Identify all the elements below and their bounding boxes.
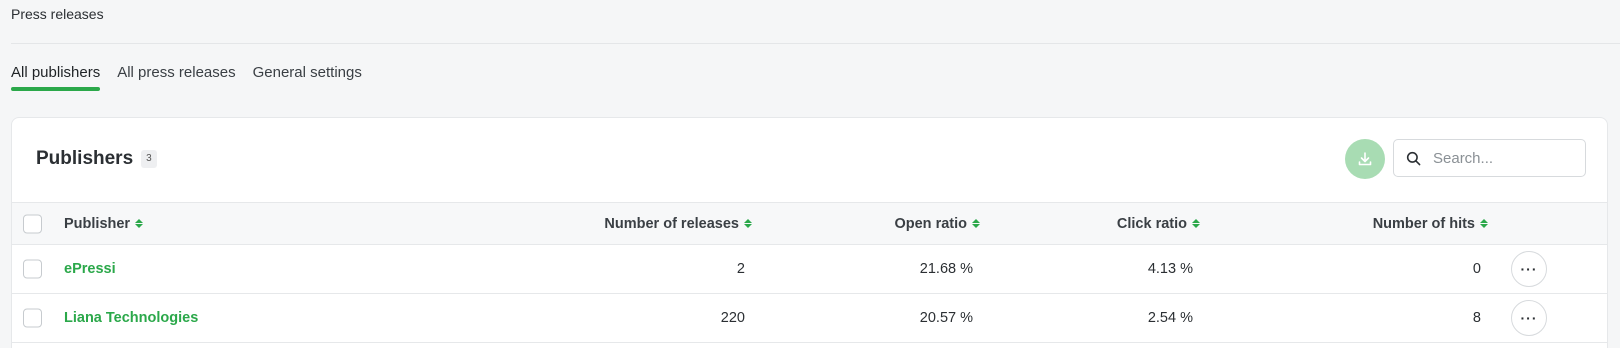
publisher-link[interactable]: ePressi <box>64 261 116 277</box>
hits-cell: 8 <box>1472 310 1481 326</box>
column-label: Click ratio <box>1116 215 1187 232</box>
publisher-link[interactable]: Liana Technologies <box>64 310 198 326</box>
click-ratio-cell: 4.13 % <box>1147 261 1193 277</box>
column-label: Open ratio <box>894 215 967 232</box>
row-checkbox[interactable] <box>23 259 42 279</box>
releases-cell: 220 <box>720 310 745 326</box>
card-title-wrap: Publishers 3 <box>36 148 157 170</box>
releases-cell: 2 <box>736 261 745 277</box>
tab-all-publishers[interactable]: All publishers <box>11 64 101 91</box>
sort-icon <box>1192 219 1200 228</box>
click-ratio-cell: 2.54 % <box>1147 310 1193 326</box>
column-number-of-releases[interactable]: Number of releases <box>512 203 752 244</box>
sort-icon <box>972 219 980 228</box>
open-ratio-cell: 21.68 % <box>919 261 973 277</box>
table-row: ePressi 2 21.68 % 4.13 % 0 ··· <box>12 245 1607 294</box>
column-click-ratio[interactable]: Click ratio <box>1002 203 1200 244</box>
table-row: Liana Technologies 220 20.57 % 2.54 % 8 … <box>12 294 1607 343</box>
search-icon <box>1406 151 1421 165</box>
publisher-cell: Liana Technologies <box>64 294 464 342</box>
tab-bar: All publishers All press releases Genera… <box>11 64 362 91</box>
more-actions-button[interactable]: ··· <box>1511 251 1547 287</box>
column-number-of-hits[interactable]: Number of hits <box>1212 203 1488 244</box>
publisher-cell: ePressi <box>64 245 464 293</box>
card-title: Publishers <box>36 148 134 169</box>
sort-icon <box>744 219 752 228</box>
sort-icon <box>1480 219 1488 228</box>
tab-general-settings[interactable]: General settings <box>253 64 362 91</box>
publishers-card: Publishers 3 Publisher Number of release… <box>11 117 1608 348</box>
column-open-ratio[interactable]: Open ratio <box>772 203 980 244</box>
row-checkbox[interactable] <box>23 308 42 328</box>
search-input[interactable] <box>1433 149 1563 167</box>
download-icon <box>1358 152 1372 166</box>
page-title: Press releases <box>11 6 104 22</box>
select-all-checkbox[interactable] <box>23 214 42 233</box>
column-publisher[interactable]: Publisher <box>64 203 464 244</box>
table-header: Publisher Number of releases Open ratio … <box>12 203 1607 245</box>
tab-all-press-releases[interactable]: All press releases <box>117 64 235 91</box>
column-label: Number of releases <box>604 215 739 232</box>
column-label: Publisher <box>64 215 131 232</box>
sort-icon <box>135 219 144 228</box>
title-divider <box>11 43 1620 44</box>
column-label: Number of hits <box>1372 215 1475 232</box>
more-actions-button[interactable]: ··· <box>1511 300 1547 336</box>
card-header: Publishers 3 <box>12 118 1607 203</box>
count-badge: 3 <box>141 150 157 168</box>
search-box[interactable] <box>1393 139 1586 177</box>
download-button[interactable] <box>1345 139 1385 179</box>
open-ratio-cell: 20.57 % <box>919 310 973 326</box>
hits-cell: 0 <box>1472 261 1481 277</box>
